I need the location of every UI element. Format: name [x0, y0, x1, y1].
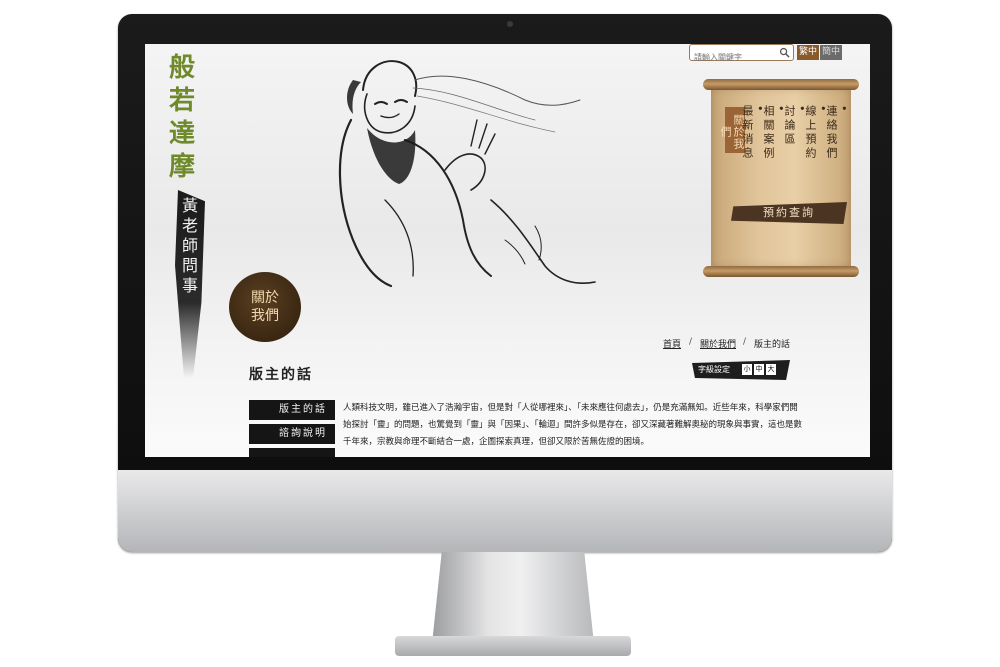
breadcrumb-home[interactable]: 首頁: [663, 337, 681, 350]
font-size-small[interactable]: 小: [742, 364, 752, 375]
side-menu-admin-words[interactable]: 版主的話: [249, 400, 335, 420]
search-icon[interactable]: [779, 47, 790, 58]
breadcrumb-home-link[interactable]: 首頁: [663, 340, 681, 350]
breadcrumb-about[interactable]: 關於我們: [700, 337, 736, 350]
font-size-control: 字級設定 小 中 大: [692, 360, 790, 380]
article-content: 人類科技文明，雖已進入了浩瀚宇宙，但是對「人從哪裡來」、「未來應往何處去」，仍是…: [343, 403, 803, 447]
scroll-top-rod: [703, 79, 859, 90]
scroll-bottom-rod: [703, 266, 859, 277]
breadcrumb-current: 版主的話: [754, 340, 791, 350]
reservation-query-button[interactable]: 預約查詢: [731, 202, 847, 224]
page-title: 版主的話: [249, 367, 313, 383]
scroll-nav-menu: 關於我們 連絡我們 線上預約 討論區 相關案例 最新消息 預約查詢: [703, 79, 859, 277]
monitor-base: [395, 636, 631, 656]
font-size-label: 字級設定: [698, 365, 730, 374]
breadcrumb-about-link[interactable]: 關於我們: [700, 340, 736, 350]
monitor-chin: [118, 470, 892, 552]
nav-online-booking[interactable]: 線上預約: [804, 105, 828, 161]
side-menu-consult-info[interactable]: 諮詢說明: [249, 424, 335, 444]
camera-dot: [507, 21, 513, 27]
site-logo-title[interactable]: 般若達摩: [167, 52, 197, 184]
bodhidharma-ink-illustration: [338, 60, 596, 288]
site-subtitle: 黃老師問事: [181, 196, 198, 295]
about-us-badge[interactable]: 關於我們: [229, 272, 301, 342]
breadcrumb-separator: /: [743, 337, 747, 347]
search-input[interactable]: [690, 50, 776, 65]
website-screen: 般若達摩 黃老師問事 關於我們 請輸入關鍵字 繁中 簡中 關於我們 • 連絡我們…: [145, 44, 870, 457]
side-menu-more[interactable]: [249, 448, 335, 457]
search-box: [689, 44, 794, 65]
lang-simplified-button[interactable]: 簡中: [820, 45, 842, 60]
nav-related-cases[interactable]: 相關案例: [762, 105, 786, 161]
about-badge-label: 關於我們: [251, 290, 279, 324]
scroll-paper: 關於我們 連絡我們 線上預約 討論區 相關案例 最新消息 預約查詢: [711, 87, 851, 269]
nav-contact-us[interactable]: 連絡我們: [825, 105, 849, 161]
font-size-large[interactable]: 大: [766, 364, 776, 375]
lang-traditional-button[interactable]: 繁中: [797, 45, 819, 60]
nav-latest-news[interactable]: 最新消息: [741, 105, 765, 161]
breadcrumb-separator: /: [689, 337, 693, 347]
monitor-stand: [432, 552, 594, 644]
font-size-medium[interactable]: 中: [754, 364, 764, 375]
